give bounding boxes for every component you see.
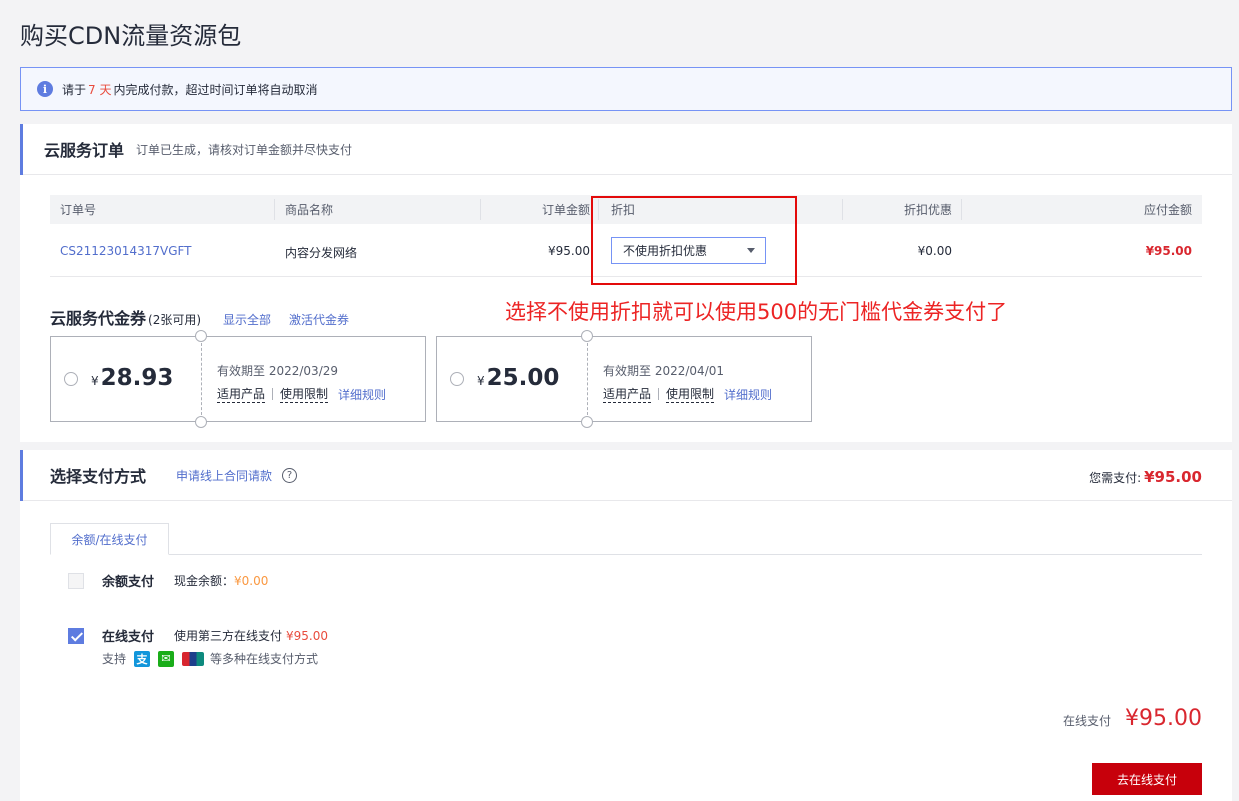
applicable-product-link[interactable]: 适用产品 [603,385,652,403]
product-name: 内容分发网络 [285,246,358,260]
payment-card: 选择支付方式 申请线上合同请款 ? 您需支付: ¥95.00 余额/在线支付 余… [20,450,1232,801]
coupon-validity: 2022/03/29 [268,364,339,378]
notice-days: 7 天 [88,82,112,97]
coupon-card[interactable]: ¥ 25.00 有效期至 2022/04/01 适用产品 使用限制 详细规则 [436,330,812,428]
online-title: 在线支付 [102,630,155,645]
payment-section-title: 选择支付方式 [50,467,147,486]
detail-rule-link[interactable]: 详细规则 [724,386,772,403]
detail-rule-link[interactable]: 详细规则 [338,386,386,403]
support-more: 等多种在线支付方式 [210,652,319,666]
usage-limit-link[interactable]: 使用限制 [666,385,715,403]
activate-voucher-link[interactable]: 激活代金券 [289,311,349,328]
info-icon: i [37,81,53,97]
support-label: 支持 [102,652,127,666]
voucher-count: (2张可用) [148,313,202,327]
order-section-subtitle: 订单已生成，请核对订单金额并尽快支付 [136,142,353,157]
page-title: 购买CDN流量资源包 [20,22,242,50]
coupon-radio[interactable] [64,372,78,386]
payment-tabs: 余额/在线支付 [50,523,1202,555]
total-value: ¥95.00 [1125,706,1202,731]
col-amount: 订单金额 [541,203,590,217]
voucher-header: 云服务代金券 (2张可用) 显示全部 激活代金券 [50,305,349,329]
supported-methods: 支持 支 ✉ 等多种在线支付方式 [102,650,318,667]
usage-limit-link[interactable]: 使用限制 [280,385,329,403]
unionpay-icon [182,651,205,666]
payment-section-header: 选择支付方式 申请线上合同请款 ? 您需支付: ¥95.00 [20,450,1232,501]
voucher-section-title: 云服务代金券 [50,309,147,328]
coupon-validity: 2022/04/01 [654,364,725,378]
balance-title: 余额支付 [102,575,155,590]
order-section-header: 云服务订单 订单已生成，请核对订单金额并尽快支付 [20,124,1232,175]
coupon-card[interactable]: ¥ 28.93 有效期至 2022/03/29 适用产品 使用限制 详细规则 [50,330,426,428]
show-all-link[interactable]: 显示全部 [223,311,271,328]
balance-value: ¥0.00 [234,573,269,588]
discount-value: ¥0.00 [917,244,952,258]
order-amount: ¥95.00 [548,244,590,258]
need-pay-value: ¥95.00 [1144,468,1202,486]
annotation-text: 选择不使用折扣就可以使用500的无门槛代金券支付了 [505,300,1008,324]
tab-balance-online[interactable]: 余额/在线支付 [50,523,169,555]
col-payable: 应付金额 [1143,203,1192,217]
balance-pay-option[interactable]: 余额支付 现金余额： ¥0.00 [68,571,268,590]
balance-checkbox[interactable] [68,572,84,589]
coupon-amount: ¥ 28.93 [91,365,174,391]
coupon-info: 有效期至 2022/03/29 适用产品 使用限制 详细规则 [217,364,387,403]
go-online-pay-button[interactable]: 去在线支付 [1092,763,1202,795]
order-number-link[interactable]: CS21123014317VGFT [60,244,192,258]
online-value: ¥95.00 [286,628,329,643]
need-pay-label: 您需支付: [1089,471,1142,485]
coupon-info: 有效期至 2022/04/01 适用产品 使用限制 详细规则 [603,364,773,403]
help-icon[interactable]: ? [282,467,298,483]
col-order-no: 订单号 [60,203,97,217]
balance-desc: 现金余额： [174,574,235,588]
online-pay-option[interactable]: 在线支付 使用第三方在线支付 ¥95.00 [68,626,328,645]
notice-prefix: 请于 [62,82,87,97]
col-discount-value: 折扣优惠 [903,203,952,217]
online-desc: 使用第三方在线支付 [174,629,283,643]
wechat-pay-icon: ✉ [158,650,175,667]
alipay-icon: 支 [134,650,151,667]
online-checkbox[interactable] [68,627,84,644]
contract-link[interactable]: 申请线上合同请款 [176,467,272,484]
annotation-highlight-box [591,196,797,285]
coupon-radio[interactable] [450,372,464,386]
payment-deadline-notice: i 请于 7 天 内完成付款，超过时间订单将自动取消 [20,67,1232,111]
online-pay-total: 在线支付 ¥95.00 [1063,706,1202,731]
need-pay: 您需支付: ¥95.00 [1089,468,1202,486]
col-product: 商品名称 [285,203,334,217]
total-label: 在线支付 [1063,714,1112,728]
coupon-amount: ¥ 25.00 [477,365,560,391]
payable-amount: ¥95.00 [1145,244,1192,258]
notice-suffix: 内完成付款，超过时间订单将自动取消 [113,82,318,97]
order-section-title: 云服务订单 [44,141,125,160]
applicable-product-link[interactable]: 适用产品 [217,385,266,403]
